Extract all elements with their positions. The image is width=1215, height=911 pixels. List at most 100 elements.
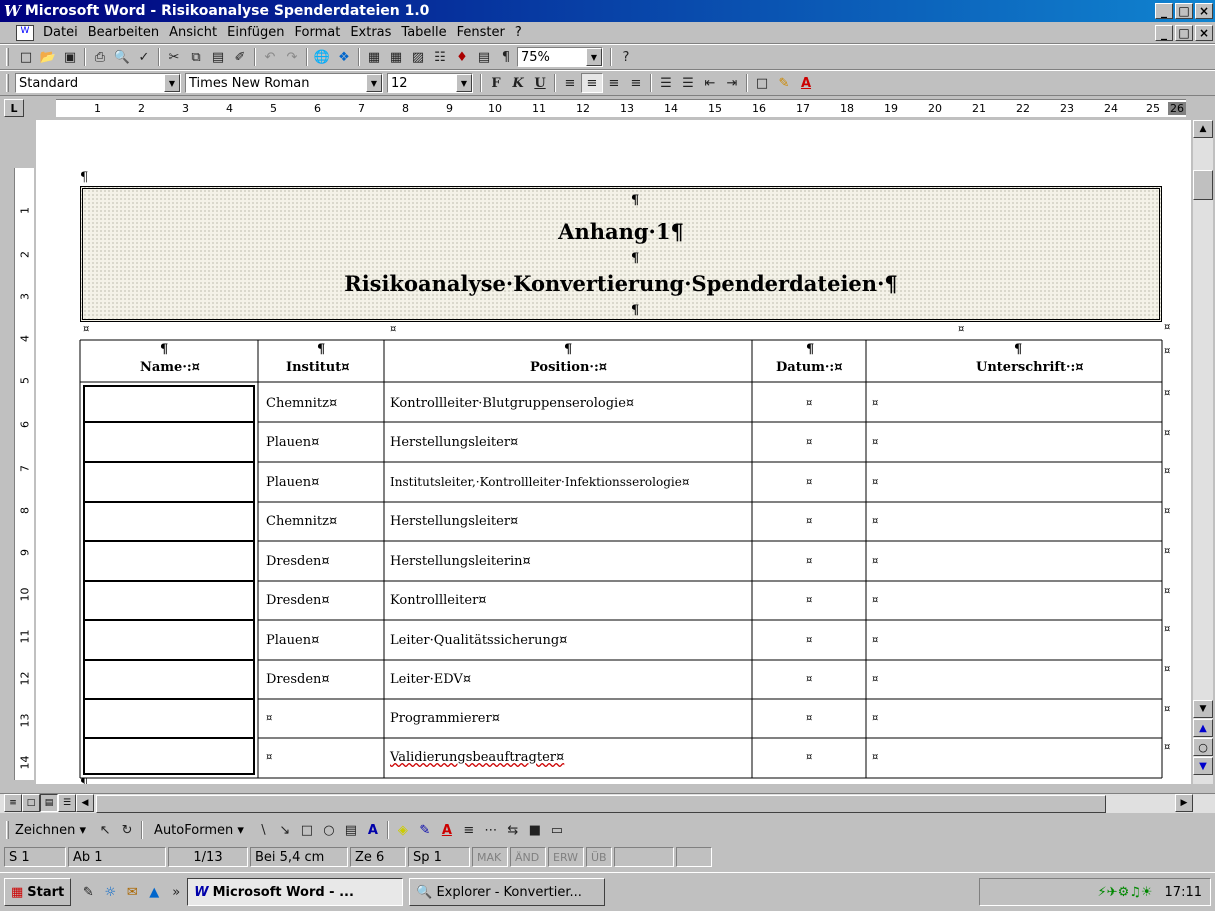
outline-view-icon[interactable]: ☰ xyxy=(58,794,76,812)
autoformen-menu[interactable]: AutoFormen ▾ xyxy=(154,823,244,838)
cell-mark[interactable]: ¤ xyxy=(872,595,878,606)
chevron-down-icon[interactable]: ▼ xyxy=(164,74,180,92)
row-position[interactable]: Leiter·EDV¤ xyxy=(390,672,471,687)
scroll-right-button[interactable]: ▶ xyxy=(1175,794,1193,812)
line-style-icon[interactable]: ≡ xyxy=(458,820,480,840)
show-desktop-icon[interactable]: ✎ xyxy=(77,882,99,902)
undo-icon[interactable]: ↶ xyxy=(259,47,281,67)
close-button[interactable]: × xyxy=(1195,3,1213,19)
cell-mark[interactable]: ¤ xyxy=(806,595,812,606)
font-select[interactable]: Times New Roman ▼ xyxy=(185,73,383,93)
menu-einfuegen[interactable]: Einfügen xyxy=(222,25,289,40)
taskbar-word-button[interactable]: W Microsoft Word - ... xyxy=(187,878,404,906)
free-rotate-icon[interactable]: ↻ xyxy=(116,820,138,840)
font-color-icon[interactable]: A xyxy=(795,73,817,93)
previous-page-icon[interactable]: ▲ xyxy=(1193,719,1213,737)
scroll-thumb[interactable] xyxy=(1193,170,1213,200)
toolbar-grip[interactable] xyxy=(6,821,9,839)
doc-close-button[interactable]: × xyxy=(1195,25,1213,41)
oval-icon[interactable]: ○ xyxy=(318,820,340,840)
taskbar-explorer-button[interactable]: 🔍 Explorer - Konvertier... xyxy=(409,878,606,906)
columns-icon[interactable]: ☷ xyxy=(429,47,451,67)
format-painter-icon[interactable]: ✐ xyxy=(229,47,251,67)
next-page-icon[interactable]: ▼ xyxy=(1193,757,1213,775)
internet-explorer-icon[interactable]: ☼ xyxy=(99,882,121,902)
scroll-up-button[interactable]: ▲ xyxy=(1193,120,1213,138)
document-map-icon[interactable]: ▤ xyxy=(473,47,495,67)
print-layout-icon[interactable]: ▤ xyxy=(40,794,58,812)
open-folder-icon[interactable]: 📂 xyxy=(37,47,59,67)
copy-icon[interactable]: ⧉ xyxy=(185,47,207,67)
border-icon[interactable]: □ xyxy=(751,73,773,93)
row-position[interactable]: Programmierer¤ xyxy=(390,711,500,726)
cell-mark[interactable]: ¤ xyxy=(872,516,878,527)
dash-style-icon[interactable]: ⋯ xyxy=(480,820,502,840)
row-position[interactable]: Leiter·Qualitätssicherung¤ xyxy=(390,633,567,648)
line-color-icon[interactable]: ✎ xyxy=(414,820,436,840)
line-icon[interactable]: ∖ xyxy=(252,820,274,840)
cell-mark[interactable]: ¤ xyxy=(872,674,878,685)
row-institut[interactable]: ¤ xyxy=(266,713,272,724)
start-button[interactable]: ▦ Start xyxy=(4,878,72,906)
row-institut[interactable]: Dresden¤ xyxy=(266,554,330,569)
highlight-icon[interactable]: ✎ xyxy=(773,73,795,93)
row-position[interactable]: Kontrollleiter·Blutgruppenserologie¤ xyxy=(390,396,634,411)
paste-icon[interactable]: ▤ xyxy=(207,47,229,67)
web-layout-icon[interactable]: □ xyxy=(22,794,40,812)
text-box-icon[interactable]: ▤ xyxy=(340,820,362,840)
quicklaunch-icon[interactable]: ▲ xyxy=(143,882,165,902)
row-institut[interactable]: Plauen¤ xyxy=(266,435,319,450)
cell-mark[interactable]: ¤ xyxy=(872,398,878,409)
decrease-indent-icon[interactable]: ⇤ xyxy=(699,73,721,93)
row-institut[interactable]: Chemnitz¤ xyxy=(266,514,337,529)
tray-icons[interactable]: ⚡✈⚙♫☀ xyxy=(1098,885,1153,900)
doc-restore-button[interactable]: □ xyxy=(1175,25,1193,41)
cell-mark[interactable]: ¤ xyxy=(806,516,812,527)
chevron-down-icon[interactable]: ▼ xyxy=(586,48,602,66)
menu-tabelle[interactable]: Tabelle xyxy=(396,25,451,40)
horizontal-scrollbar[interactable]: ≡ □ ▤ ☰ ◀ ▶ xyxy=(0,793,1215,813)
web-toolbar-icon[interactable]: ❖ xyxy=(333,47,355,67)
menu-datei[interactable]: Datei xyxy=(38,25,83,40)
fill-color-icon[interactable]: ◈ xyxy=(392,820,414,840)
row-position[interactable]: Herstellungsleiter¤ xyxy=(390,435,518,450)
cell-mark[interactable]: ¤ xyxy=(806,713,812,724)
status-ub[interactable]: ÜB xyxy=(586,847,612,867)
document-page[interactable]: ¶ ¶ Anhang·1¶ ¶ Risikoanalyse·Konvertier… xyxy=(36,120,1191,784)
row-institut[interactable]: Dresden¤ xyxy=(266,593,330,608)
wordart-icon[interactable]: A xyxy=(362,820,384,840)
font-color-icon[interactable]: A xyxy=(436,820,458,840)
vertical-scrollbar[interactable] xyxy=(1193,138,1213,784)
bold-button[interactable]: F xyxy=(485,73,507,93)
italic-button[interactable]: K xyxy=(507,73,529,93)
scroll-left-button[interactable]: ◀ xyxy=(76,794,94,812)
zeichnen-menu[interactable]: Zeichnen ▾ xyxy=(15,823,86,838)
normal-view-icon[interactable]: ≡ xyxy=(4,794,22,812)
vertical-ruler[interactable]: 1 2 3 4 5 6 7 8 9 10 11 12 13 14 xyxy=(14,168,34,780)
cell-mark[interactable]: ¤ xyxy=(806,477,812,488)
toolbar-grip[interactable] xyxy=(6,74,9,92)
more-icon[interactable]: » xyxy=(165,882,187,902)
cell-mark[interactable]: ¤ xyxy=(806,674,812,685)
cell-mark[interactable]: ¤ xyxy=(872,477,878,488)
arrow-style-icon[interactable]: ⇆ xyxy=(502,820,524,840)
menu-fenster[interactable]: Fenster xyxy=(452,25,510,40)
show-formatting-icon[interactable]: ¶ xyxy=(495,47,517,67)
browse-object-icon[interactable]: ○ xyxy=(1193,738,1213,756)
tab-selector-icon[interactable]: L xyxy=(4,99,24,117)
redo-icon[interactable]: ↷ xyxy=(281,47,303,67)
increase-indent-icon[interactable]: ⇥ xyxy=(721,73,743,93)
zoom-select[interactable]: 75% ▼ xyxy=(517,47,603,67)
tables-borders-icon[interactable]: ▦ xyxy=(363,47,385,67)
rectangle-icon[interactable]: □ xyxy=(296,820,318,840)
cell-mark[interactable]: ¤ xyxy=(806,398,812,409)
justify-icon[interactable]: ≡ xyxy=(625,73,647,93)
3d-icon[interactable]: ▭ xyxy=(546,820,568,840)
row-position[interactable]: Validierungsbeauftragter¤ xyxy=(390,750,564,765)
row-institut[interactable]: Plauen¤ xyxy=(266,633,319,648)
row-position[interactable]: Herstellungsleiterin¤ xyxy=(390,554,531,569)
cell-mark[interactable]: ¤ xyxy=(806,556,812,567)
align-right-icon[interactable]: ≡ xyxy=(603,73,625,93)
cell-mark[interactable]: ¤ xyxy=(872,635,878,646)
save-icon[interactable]: ▣ xyxy=(59,47,81,67)
